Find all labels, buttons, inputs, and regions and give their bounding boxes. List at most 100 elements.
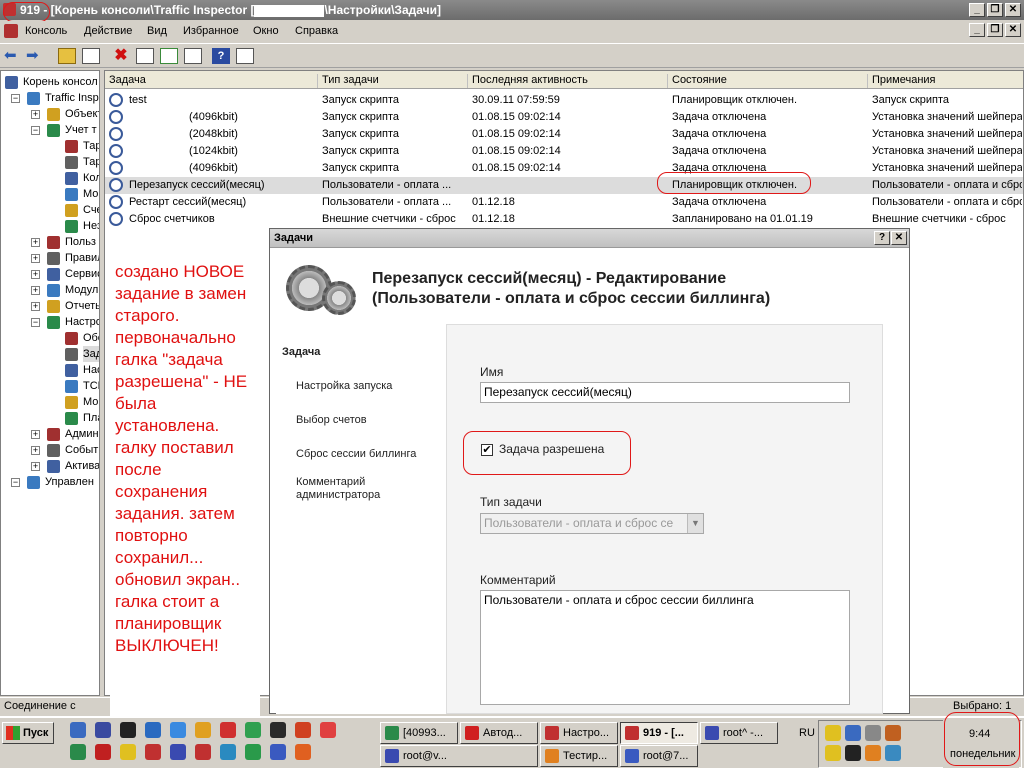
tree-expander[interactable]: − <box>11 94 20 103</box>
quick-launch-icon[interactable] <box>170 744 186 760</box>
menu-favorites[interactable]: Избранное <box>183 25 239 37</box>
dialog-close-button[interactable]: ✕ <box>891 231 907 245</box>
child-restore-button[interactable]: ❐ <box>987 23 1003 37</box>
taskbar-button[interactable]: Настро... <box>540 722 618 744</box>
quick-launch-icon[interactable] <box>270 744 286 760</box>
column-header-type[interactable]: Тип задачи <box>318 74 468 88</box>
tree-node[interactable]: Корень консол <box>23 74 98 90</box>
quick-launch-icon[interactable] <box>145 722 161 738</box>
name-input[interactable]: Перезапуск сессий(месяц) <box>480 382 850 403</box>
table-row[interactable]: (1024kbit) Запуск скрипта 01.08.15 09:02:1… <box>105 143 1023 160</box>
quick-launch-icon[interactable] <box>320 722 336 738</box>
properties-icon[interactable] <box>136 48 154 64</box>
table-row[interactable]: Рестарт сессий(месяц) Пользователи - опла… <box>105 194 1023 211</box>
tray-sync-icon[interactable] <box>885 745 901 761</box>
tree-node[interactable]: Пла <box>83 410 99 426</box>
delete-icon[interactable]: ✖ <box>112 48 130 64</box>
column-header-last-activity[interactable]: Последняя активность <box>468 74 668 88</box>
quick-launch-icon[interactable] <box>245 744 261 760</box>
quick-launch-icon[interactable] <box>220 722 236 738</box>
tree-expander[interactable]: + <box>31 110 40 119</box>
table-row[interactable]: Сброс счетчиков Внешние счетчики - сброс 0… <box>105 211 1023 228</box>
tree-node[interactable]: Объект <box>65 106 99 122</box>
tree-node[interactable]: Отчеты <box>65 298 99 314</box>
view-icon[interactable] <box>236 48 254 64</box>
refresh-icon[interactable] <box>160 48 178 64</box>
tree-expander[interactable]: + <box>31 238 40 247</box>
tray-firefox-icon[interactable] <box>865 745 881 761</box>
forward-arrow-icon[interactable]: ➡ <box>26 48 44 64</box>
minimize-button[interactable]: _ <box>969 3 985 17</box>
tree-node[interactable]: Сче <box>83 202 99 218</box>
taskbar-button[interactable]: root@v... <box>380 745 538 767</box>
nav-task[interactable]: Задача <box>282 346 442 364</box>
taskbar-button[interactable]: [40993... <box>380 722 458 744</box>
tray-mail-icon[interactable] <box>825 745 841 761</box>
tree-node[interactable]: Кол <box>83 170 99 186</box>
column-header-state[interactable]: Состояние <box>668 74 868 88</box>
tree-node[interactable]: Актива <box>65 458 99 474</box>
menu-console[interactable]: Консоль <box>25 25 67 37</box>
tree-expander[interactable]: − <box>11 478 20 487</box>
quick-launch-icon[interactable] <box>95 722 111 738</box>
dialog-help-button[interactable]: ? <box>874 231 890 245</box>
tree-node[interactable]: Traffic Insp <box>45 90 99 106</box>
tray-x-icon[interactable] <box>845 745 861 761</box>
tree-node[interactable]: Мо <box>83 186 98 202</box>
tree-expander[interactable]: + <box>31 286 40 295</box>
child-close-button[interactable]: ✕ <box>1005 23 1021 37</box>
table-row[interactable]: (4096kbit) Запуск скрипта 01.08.15 09:02:1… <box>105 109 1023 126</box>
tree-expander[interactable]: − <box>31 318 40 327</box>
quick-launch-icon[interactable] <box>245 722 261 738</box>
quick-launch-icon[interactable] <box>145 744 161 760</box>
quick-launch-icon[interactable] <box>170 722 186 738</box>
tree-expander[interactable]: + <box>31 430 40 439</box>
tray-filezilla-icon[interactable] <box>825 725 841 741</box>
nav-accounts[interactable]: Выбор счетов <box>296 414 367 426</box>
table-row[interactable]: Перезапуск сессий(месяц) Пользователи - о… <box>105 177 1023 194</box>
tree-node[interactable]: Нез <box>83 218 99 234</box>
tray-app-icon[interactable] <box>885 725 901 741</box>
taskbar-button[interactable]: 919 - [... <box>620 722 698 744</box>
start-button[interactable]: Пуск <box>2 722 54 744</box>
tree-expander[interactable]: + <box>31 302 40 311</box>
tree-expander[interactable]: + <box>31 270 40 279</box>
tree-node[interactable]: Обе <box>83 330 99 346</box>
tree-node[interactable]: Управлен <box>45 474 94 490</box>
tray-tool-icon[interactable] <box>865 725 881 741</box>
quick-launch-icon[interactable] <box>70 744 86 760</box>
chevron-down-icon[interactable]: ▼ <box>687 514 703 533</box>
tree-node[interactable]: Нас <box>83 362 99 378</box>
comment-textarea[interactable]: Пользователи - оплата и сброс сессии бил… <box>480 590 850 705</box>
taskbar-button[interactable]: root@7... <box>620 745 698 767</box>
quick-launch-icon[interactable] <box>70 722 86 738</box>
column-header-notes[interactable]: Примечания <box>868 74 1023 88</box>
close-button[interactable]: ✕ <box>1005 3 1021 17</box>
tree-expander[interactable]: + <box>31 462 40 471</box>
quick-launch-icon[interactable] <box>220 744 236 760</box>
back-arrow-icon[interactable]: ⬅ <box>4 48 22 64</box>
tree-node[interactable]: Сервис <box>65 266 99 282</box>
tree-node[interactable]: Настро <box>65 314 99 330</box>
column-header-task[interactable]: Задача <box>105 74 318 88</box>
child-minimize-button[interactable]: _ <box>969 23 985 37</box>
taskbar-button[interactable]: root^ -... <box>700 722 778 744</box>
quick-launch-icon[interactable] <box>195 722 211 738</box>
table-row[interactable]: (2048kbit) Запуск скрипта 01.08.15 09:02:1… <box>105 126 1023 143</box>
menu-help[interactable]: Справка <box>295 25 338 37</box>
tree-node[interactable]: Модул <box>65 282 98 298</box>
quick-launch-icon[interactable] <box>95 744 111 760</box>
restore-button[interactable]: ❐ <box>987 3 1003 17</box>
nav-billing-reset[interactable]: Сброс сессии биллинга <box>296 448 416 460</box>
tree-node[interactable]: Зад <box>83 346 99 362</box>
tree-node[interactable]: Тар <box>83 138 99 154</box>
type-select[interactable]: Пользователи - оплата и сброс се <box>480 513 704 534</box>
tree-node[interactable]: Учет т <box>65 122 97 138</box>
tree-node[interactable]: Тар <box>83 154 99 170</box>
quick-launch-icon[interactable] <box>295 744 311 760</box>
tree-node[interactable]: Польз <box>65 234 96 250</box>
tree-expander[interactable]: + <box>31 254 40 263</box>
console-icon[interactable] <box>4 24 18 38</box>
quick-launch-icon[interactable] <box>270 722 286 738</box>
table-row[interactable]: test Запуск скрипта 30.09.11 07:59:59 Плани… <box>105 92 1023 109</box>
